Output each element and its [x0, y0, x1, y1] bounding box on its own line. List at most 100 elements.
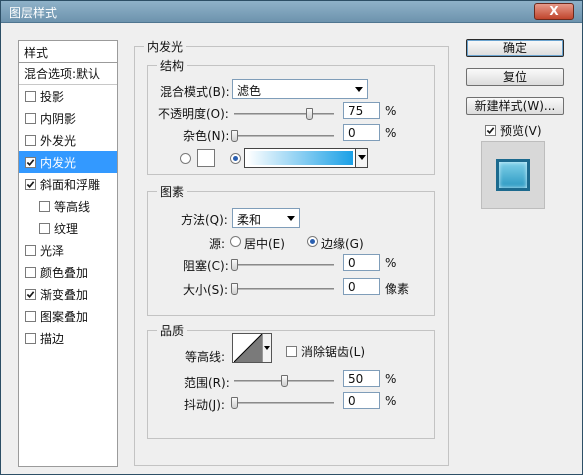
layer-style-dialog: 图层样式 X 样式 混合选项:默认 投影 内阴影 外发光 内发光 斜面和浮雕 等高线 纹理光…: [0, 0, 583, 475]
reset-button[interactable]: 复位: [466, 68, 564, 86]
style-item[interactable]: 等高线: [19, 195, 117, 217]
opacity-slider-thumb[interactable]: [306, 108, 313, 120]
style-item-checkbox[interactable]: [25, 288, 36, 300]
size-unit: 像素: [385, 282, 410, 296]
style-item-checkbox[interactable]: [25, 134, 36, 146]
style-item[interactable]: 内发光: [19, 151, 117, 173]
style-item-checkbox[interactable]: [25, 90, 36, 102]
style-item-checkbox[interactable]: [25, 310, 36, 322]
opacity-label: 不透明度(O):: [158, 107, 229, 121]
opacity-slider[interactable]: [234, 108, 334, 120]
noise-slider-thumb[interactable]: [231, 130, 238, 142]
style-item-checkbox[interactable]: [25, 178, 36, 190]
noise-label: 杂色(N):: [183, 129, 230, 143]
antialias-check-box[interactable]: [286, 346, 297, 357]
style-item-checkbox[interactable]: [25, 112, 36, 124]
jitter-slider[interactable]: [231, 397, 334, 409]
blend-mode-select[interactable]: 滤色: [232, 79, 368, 99]
contour-picker[interactable]: [232, 333, 272, 363]
source-center-radio[interactable]: [230, 236, 241, 247]
gradient-radio[interactable]: [230, 153, 241, 164]
range-input[interactable]: 50: [343, 370, 380, 387]
style-item-label: 纹理: [54, 221, 79, 236]
title-bar[interactable]: 图层样式 X: [1, 1, 582, 23]
quality-title: 品质: [160, 324, 185, 338]
blending-options-label: 混合选项:默认: [24, 67, 101, 81]
noise-input[interactable]: 0: [343, 124, 380, 141]
range-slider-thumb[interactable]: [281, 375, 288, 387]
opacity-input[interactable]: 75: [343, 102, 380, 119]
style-item[interactable]: 渐变叠加: [19, 283, 117, 305]
source-edge-radio[interactable]: [307, 236, 318, 247]
dialog-content: 样式 混合选项:默认 投影 内阴影 外发光 内发光 斜面和浮雕 等高线 纹理 光泽 颜色叠加 渐变…: [1, 24, 582, 474]
style-item-label: 外发光: [40, 133, 77, 148]
opacity-unit: %: [385, 104, 397, 118]
noise-unit: %: [385, 126, 397, 140]
jitter-label: 抖动(J):: [184, 398, 225, 412]
style-item[interactable]: 投影: [19, 85, 117, 107]
style-item-label: 内发光: [40, 155, 77, 170]
preview-checkbox[interactable]: 预览(V): [485, 122, 542, 139]
range-unit: %: [385, 372, 397, 386]
jitter-slider-thumb[interactable]: [231, 397, 238, 409]
size-slider-thumb[interactable]: [231, 283, 238, 295]
chevron-down-icon: [264, 346, 270, 350]
choke-slider-thumb[interactable]: [231, 259, 238, 271]
method-select[interactable]: 柔和: [232, 208, 300, 228]
styles-header[interactable]: 样式: [19, 41, 117, 63]
contour-curve-icon: [234, 334, 262, 362]
style-item-checkbox[interactable]: [39, 200, 50, 212]
antialias-checkbox[interactable]: 消除锯齿(L): [286, 343, 365, 360]
inner-glow-title: 内发光: [147, 40, 184, 54]
structure-title: 结构: [160, 59, 185, 73]
solid-color-radio[interactable]: [180, 153, 191, 164]
style-item-checkbox[interactable]: [25, 332, 36, 344]
gradient-dropdown[interactable]: [355, 149, 367, 167]
styles-list: 样式 混合选项:默认 投影内阴影外发光内发光斜面和浮雕 等高线纹理光泽颜色叠加渐变…: [18, 40, 118, 467]
source-edge-label: 边缘(G): [321, 237, 364, 251]
style-item-label: 光泽: [40, 243, 65, 258]
checkmark-icon: [486, 127, 495, 134]
size-input[interactable]: 0: [343, 278, 380, 295]
chevron-down-icon: [287, 216, 295, 221]
ok-button[interactable]: 确定: [466, 39, 564, 57]
style-item-checkbox[interactable]: [25, 156, 36, 168]
checkmark-icon: [26, 180, 35, 188]
style-item-label: 描边: [40, 331, 65, 346]
range-slider[interactable]: [234, 375, 334, 387]
gradient-picker[interactable]: [244, 148, 368, 168]
style-item-checkbox[interactable]: [25, 244, 36, 256]
blend-mode-label: 混合模式(B):: [160, 85, 230, 99]
choke-input[interactable]: 0: [343, 254, 380, 271]
style-item-checkbox[interactable]: [39, 222, 50, 234]
style-item-label: 渐变叠加: [40, 287, 89, 302]
style-item[interactable]: 颜色叠加: [19, 261, 117, 283]
glow-color-swatch[interactable]: [197, 149, 215, 167]
style-item[interactable]: 斜面和浮雕: [19, 173, 117, 195]
method-value: 柔和: [237, 213, 262, 227]
style-item[interactable]: 图案叠加: [19, 305, 117, 327]
contour-label: 等高线:: [185, 350, 226, 364]
chevron-down-icon: [355, 87, 363, 92]
close-button[interactable]: X: [534, 3, 574, 20]
choke-label: 阻塞(C):: [183, 259, 229, 273]
jitter-input[interactable]: 0: [343, 392, 380, 409]
choke-slider[interactable]: [231, 259, 334, 271]
style-item-label: 内阴影: [40, 111, 77, 126]
preview-label: 预览(V): [500, 124, 542, 138]
new-style-button[interactable]: 新建样式(W)...: [466, 97, 564, 115]
style-item[interactable]: 光泽: [19, 239, 117, 261]
range-label: 范围(R):: [184, 376, 230, 390]
style-item[interactable]: 内阴影: [19, 107, 117, 129]
style-item-checkbox[interactable]: [25, 266, 36, 278]
blending-options-item[interactable]: 混合选项:默认: [19, 63, 117, 85]
preview-check-box[interactable]: [485, 125, 496, 136]
contour-dropdown[interactable]: [262, 334, 271, 362]
style-item[interactable]: 外发光: [19, 129, 117, 151]
style-item[interactable]: 描边: [19, 327, 117, 349]
style-item[interactable]: 纹理: [19, 217, 117, 239]
noise-slider[interactable]: [231, 130, 334, 142]
style-item-label: 投影: [40, 89, 65, 104]
size-slider[interactable]: [231, 283, 334, 295]
gradient-bar: [247, 151, 353, 165]
